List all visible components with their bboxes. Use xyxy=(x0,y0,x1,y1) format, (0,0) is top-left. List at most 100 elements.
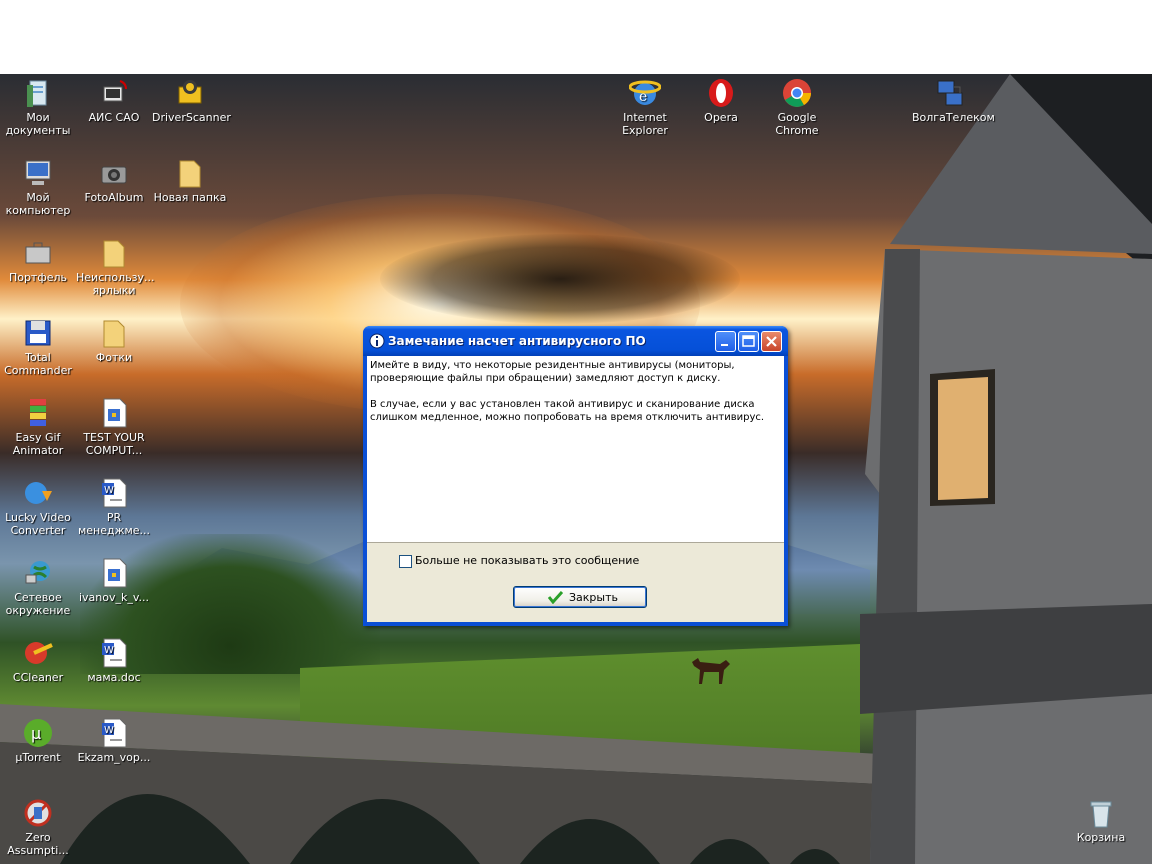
wordpad-doc-icon xyxy=(103,558,127,588)
icon-driverscanner[interactable]: DriverScanner xyxy=(152,77,231,124)
icon-internet-explorer[interactable]: e Internet Explorer xyxy=(607,77,683,137)
message-line: слишком медленное, можно попробовать на … xyxy=(370,412,765,423)
icon-fotki[interactable]: Фотки xyxy=(76,317,152,364)
folder-icon xyxy=(103,240,125,268)
svg-text:µ: µ xyxy=(31,724,41,743)
floppy-icon xyxy=(25,320,51,346)
icon-label: µTorrent xyxy=(15,751,61,764)
icon-unused-shortcuts[interactable]: Неиспользу... ярлыки xyxy=(76,237,155,297)
icon-label: Ekzam_vop... xyxy=(77,751,151,764)
opera-icon xyxy=(709,79,733,107)
utorrent-icon: µ xyxy=(24,719,52,747)
word-doc-icon: W xyxy=(102,718,127,748)
checkmark-icon xyxy=(548,590,563,604)
icon-new-folder[interactable]: Новая папка xyxy=(152,157,228,204)
icon-label: Internet Explorer xyxy=(622,111,668,137)
svg-text:W: W xyxy=(104,645,114,656)
icon-label: Google Chrome xyxy=(775,111,819,137)
maximize-button[interactable] xyxy=(738,331,759,352)
recycle-bin-icon xyxy=(1090,801,1112,828)
icon-zero-assumption[interactable]: Zero Assumpti... xyxy=(0,797,76,857)
wallpaper-stone-bridge xyxy=(0,704,880,864)
chrome-icon xyxy=(783,79,811,107)
icon-ccleaner[interactable]: CCleaner xyxy=(0,637,76,684)
icon-label: ivanov_k_v... xyxy=(78,591,150,604)
icon-recycle-bin[interactable]: Корзина xyxy=(1063,797,1139,844)
icon-network[interactable]: Сетевое окружение xyxy=(0,557,76,617)
icon-opera[interactable]: Opera xyxy=(683,77,759,124)
message-line: В случае, если у вас установлен такой ан… xyxy=(370,399,755,410)
computer-icon xyxy=(25,160,51,185)
icon-label: Opera xyxy=(704,111,738,124)
icon-test-your-computer[interactable]: TEST YOUR COMPUT... xyxy=(76,397,152,457)
maximize-icon xyxy=(742,335,755,347)
icon-label: ВолгаТелеком xyxy=(912,111,995,124)
network-connection-icon xyxy=(937,80,963,106)
icon-label: PR менеджме... xyxy=(77,511,151,537)
easy-gif-icon xyxy=(30,399,46,426)
close-button[interactable]: Закрыть xyxy=(513,586,647,608)
network-globe-icon xyxy=(25,561,50,584)
dialog-title: Замечание насчет антивирусного ПО xyxy=(388,334,646,348)
icon-easy-gif[interactable]: Easy Gif Animator xyxy=(0,397,76,457)
wallpaper-castle-tower xyxy=(860,74,1152,864)
icon-my-computer[interactable]: Мой компьютер xyxy=(0,157,76,217)
icon-google-chrome[interactable]: Google Chrome xyxy=(759,77,835,137)
wallpaper-dark-cloud xyxy=(380,234,740,324)
icon-label: Мой компьютер xyxy=(5,191,71,217)
icon-label: Сетевое окружение xyxy=(5,591,71,617)
documents-icon xyxy=(27,80,47,107)
icon-utorrent[interactable]: µ µTorrent xyxy=(0,717,76,764)
ccleaner-icon xyxy=(25,642,53,664)
icon-label: мама.doc xyxy=(87,671,141,684)
icon-total-commander[interactable]: Total Commander xyxy=(0,317,76,377)
antivirus-notice-dialog: Замечание насчет антивирусного ПО Имейте… xyxy=(363,326,788,626)
minimize-icon xyxy=(721,344,728,346)
driver-scanner-icon xyxy=(178,80,202,104)
dialog-titlebar[interactable]: Замечание насчет антивирусного ПО xyxy=(363,326,788,356)
icon-fotoalbum[interactable]: FotoAlbum xyxy=(76,157,152,204)
message-line: проверяющие файлы при обращении) замедля… xyxy=(370,373,721,384)
camera-icon xyxy=(101,166,127,184)
icon-label: CCleaner xyxy=(12,671,64,684)
word-doc-icon: W xyxy=(102,478,127,508)
briefcase-icon xyxy=(25,242,51,264)
minimize-button[interactable] xyxy=(715,331,736,352)
folder-icon xyxy=(103,320,125,348)
icon-my-documents[interactable]: Мои документы xyxy=(0,77,76,137)
icon-lucky-video[interactable]: Lucky Video Converter xyxy=(0,477,76,537)
icon-label: Новая папка xyxy=(153,191,227,204)
icon-label: Фотки xyxy=(95,351,133,364)
icon-label: АИС САО xyxy=(88,111,140,124)
close-icon xyxy=(766,336,777,347)
zero-assumption-icon xyxy=(24,799,52,827)
icon-ekzam[interactable]: W Ekzam_vop... xyxy=(76,717,152,764)
icon-label: FotoAlbum xyxy=(84,191,144,204)
icon-ais-sao[interactable]: АИС САО xyxy=(76,77,152,124)
lucky-video-icon xyxy=(25,482,52,504)
message-area: Имейте в виду, что некоторые резидентные… xyxy=(367,356,784,543)
svg-text:W: W xyxy=(104,725,114,736)
dont-show-again-checkbox[interactable] xyxy=(399,555,412,568)
info-icon xyxy=(369,333,385,349)
svg-text:e: e xyxy=(639,89,647,105)
icon-label: Lucky Video Converter xyxy=(5,511,71,537)
icon-label: Zero Assumpti... xyxy=(7,831,69,857)
icon-mama-doc[interactable]: W мама.doc xyxy=(76,637,152,684)
icon-label: Total Commander xyxy=(4,351,72,377)
icon-label: TEST YOUR COMPUT... xyxy=(83,431,145,457)
dont-show-again-label[interactable]: Больше не показывать это сообщение xyxy=(415,554,639,567)
icon-volgatelecom[interactable]: ВолгаТелеком xyxy=(912,77,995,124)
wordpad-doc-icon xyxy=(103,398,127,428)
icon-label: Неиспользу... ярлыки xyxy=(76,271,155,297)
icon-ivanov[interactable]: ivanov_k_v... xyxy=(76,557,152,604)
close-window-button[interactable] xyxy=(761,331,782,352)
icon-briefcase[interactable]: Портфель xyxy=(0,237,76,284)
icon-label: Портфель xyxy=(8,271,68,284)
network-computer-icon xyxy=(103,80,127,102)
message-line: Имейте в виду, что некоторые резидентные… xyxy=(370,360,735,371)
icon-label: Корзина xyxy=(1076,831,1126,844)
svg-text:W: W xyxy=(104,485,114,496)
icon-pr-manager[interactable]: W PR менеджме... xyxy=(76,477,152,537)
internet-explorer-icon: e xyxy=(629,80,661,105)
